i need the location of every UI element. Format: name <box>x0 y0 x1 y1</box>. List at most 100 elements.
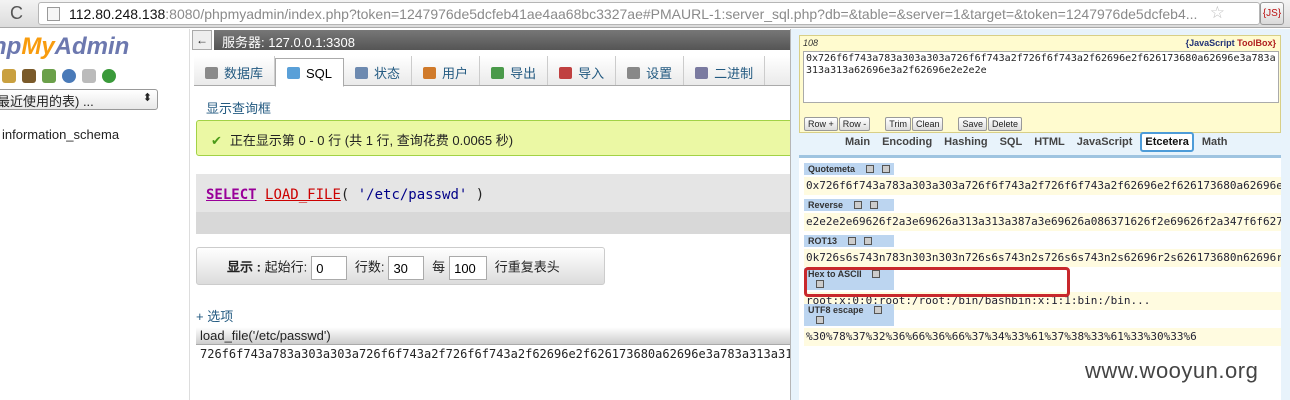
sql-query-display: SELECT LOAD_FILE( '/etc/passwd' ) <box>196 174 794 234</box>
address-bar[interactable]: 112.80.248.138:8080/phpmyadmin/index.php… <box>38 2 1260 25</box>
reload-icon[interactable]: C <box>10 3 23 24</box>
users-icon <box>423 67 437 79</box>
tab-settings[interactable]: 设置 <box>616 56 685 85</box>
docs-icon[interactable] <box>82 68 96 83</box>
exit-icon[interactable] <box>22 68 36 83</box>
row-count-input[interactable] <box>388 256 425 280</box>
toolbox-header: 108 {JavaScript ToolBox} 0x726f6f743a783… <box>799 35 1281 133</box>
refresh-icon[interactable] <box>102 68 116 83</box>
show-query-box-link[interactable]: 显示查询框 <box>206 98 271 117</box>
toolbox-brand: {JavaScript ToolBox} <box>1186 38 1276 48</box>
js-toolbox-extension-button[interactable]: {JS} <box>1260 2 1284 25</box>
row-minus-button[interactable]: Row - <box>838 117 871 131</box>
rot13-output[interactable]: 0k726s6s743n783n303n303n726s6s743n2s726s… <box>804 249 1281 267</box>
chevron-updown-icon: ⬍ <box>142 92 152 104</box>
watermark: www.wooyun.org <box>1085 358 1259 383</box>
tab-label: 用户 <box>442 66 469 81</box>
bookmark-star-icon[interactable]: ☆ <box>1210 3 1225 23</box>
sql-function[interactable]: LOAD_FILE <box>265 187 341 203</box>
section-label[interactable]: Quotemeta <box>804 163 894 175</box>
sql-paren-close: ) <box>467 187 485 203</box>
copy-icon[interactable] <box>816 316 824 324</box>
phpmyadmin-logo[interactable]: hpMyAdmin <box>0 33 129 61</box>
section-label[interactable]: ROT13 <box>804 235 894 247</box>
tab-binlog[interactable]: 二进制 <box>684 56 766 85</box>
pma-left-navigation: hpMyAdmin 最近使用的表) ... ⬍ information_sche… <box>0 29 190 400</box>
database-list-item[interactable]: information_schema <box>2 127 119 142</box>
tab-encoding[interactable]: Encoding <box>878 132 936 152</box>
toolbox-input[interactable]: 0x726f6f743a783a303a303a726f6f743a2f726f… <box>803 51 1279 103</box>
trim-button[interactable]: Trim <box>885 117 911 131</box>
reverse-output[interactable]: e2e2e2e69626f2a3e69626a313a313a387a3e696… <box>804 213 1281 231</box>
utf8-escape-output[interactable]: %30%78%37%32%36%66%36%66%37%34%33%61%37%… <box>804 328 1281 346</box>
sql-query: SELECT LOAD_FILE( '/etc/passwd' ) <box>206 187 484 203</box>
browser-toolbar: C 112.80.248.138:8080/phpmyadmin/index.p… <box>0 0 1290 28</box>
tab-hashing[interactable]: Hashing <box>940 132 991 152</box>
copy-icon[interactable] <box>869 201 878 209</box>
tab-javascript[interactable]: JavaScript <box>1073 132 1137 152</box>
clean-button[interactable]: Clean <box>911 117 944 131</box>
collapse-nav-button[interactable]: ← <box>192 30 212 50</box>
toolbox-tabs: Main Encoding Hashing SQL HTML JavaScript Etce… <box>841 132 1236 152</box>
logo-prefix: hp <box>0 33 22 60</box>
section-label-text: UTF8 escape <box>808 305 864 315</box>
tab-import[interactable]: 导入 <box>548 56 617 85</box>
success-text: 正在显示第 0 - 0 行 (共 1 行, 查询花费 0.0065 秒) <box>229 133 514 148</box>
wrench-icon <box>627 67 641 79</box>
delete-button[interactable]: Delete <box>987 117 1022 131</box>
tab-sql[interactable]: SQL <box>996 132 1027 152</box>
tab-label: SQL <box>306 66 333 81</box>
logo-admin: Admin <box>54 33 130 60</box>
server-breadcrumb[interactable]: 服务器: 127.0.0.1:3308 <box>214 30 794 50</box>
tab-status[interactable]: 状态 <box>344 56 413 85</box>
tab-databases[interactable]: 数据库 <box>194 56 276 85</box>
tab-math[interactable]: Math <box>1198 132 1232 152</box>
repeat-headers-input[interactable] <box>449 256 488 280</box>
tab-html[interactable]: HTML <box>1030 132 1069 152</box>
tab-label: 导出 <box>510 66 537 81</box>
copy-icon[interactable] <box>863 237 872 245</box>
options-toggle[interactable]: + 选项 <box>196 306 233 325</box>
url-text[interactable]: 112.80.248.138:8080/phpmyadmin/index.php… <box>69 6 1197 22</box>
start-row-label: 起始行: <box>264 259 308 275</box>
sql-paren-open: ( <box>340 187 358 203</box>
row-plus-button[interactable]: Row + <box>804 117 838 131</box>
section-label-text: ROT13 <box>808 236 838 246</box>
section-label-text: Reverse <box>808 200 844 210</box>
section-label[interactable]: UTF8 escape <box>804 304 894 326</box>
tab-label: 状态 <box>374 66 401 81</box>
section-label[interactable]: Reverse <box>804 199 894 211</box>
collapse-icon[interactable] <box>874 306 883 314</box>
recent-tables-select[interactable]: 最近使用的表) ... ⬍ <box>0 89 158 110</box>
highlight-box <box>804 267 1070 297</box>
tab-export[interactable]: 导出 <box>480 56 549 85</box>
collapse-icon[interactable] <box>865 165 874 173</box>
export-icon <box>491 67 505 79</box>
brand-toolbox: ToolBox} <box>1237 38 1276 48</box>
sql-keyword[interactable]: SELECT <box>206 187 257 203</box>
result-cell[interactable]: 726f6f743a783a303a303a726f6f743a2f726f6f… <box>196 345 794 363</box>
page-icon <box>47 7 60 21</box>
help-icon[interactable] <box>62 68 76 83</box>
status-icon <box>355 67 369 79</box>
query-window-icon[interactable] <box>42 68 56 83</box>
rot13-section: ROT13 0k726s6s743n783n303n303n726s6s743n… <box>804 232 1281 267</box>
tab-sql[interactable]: SQL <box>275 58 345 87</box>
quotemeta-output[interactable]: 0x726f6f743a783a303a303a726f6f743a2f726f… <box>804 177 1281 195</box>
start-row-input[interactable] <box>311 256 348 280</box>
main-tab-bar: 数据库 SQL 状态 用户 导出 导入 设置 二进制 <box>194 56 794 87</box>
result-column-header[interactable]: load_file('/etc/passwd') <box>196 327 794 345</box>
collapse-icon[interactable] <box>853 201 862 209</box>
import-icon <box>559 67 573 79</box>
recent-tables-value: 最近使用的表) ... <box>0 94 94 109</box>
collapse-icon[interactable] <box>847 237 856 245</box>
url-host: 112.80.248.138 <box>69 6 166 22</box>
home-icon[interactable] <box>2 68 16 83</box>
repeat-headers-label: 行重复表头 <box>494 259 560 275</box>
tab-users[interactable]: 用户 <box>412 56 481 85</box>
tab-etcetera[interactable]: Etcetera <box>1140 132 1194 152</box>
copy-icon[interactable] <box>881 165 890 173</box>
tab-main[interactable]: Main <box>841 132 874 152</box>
sql-actions-bar <box>196 212 794 234</box>
save-button[interactable]: Save <box>958 117 987 131</box>
